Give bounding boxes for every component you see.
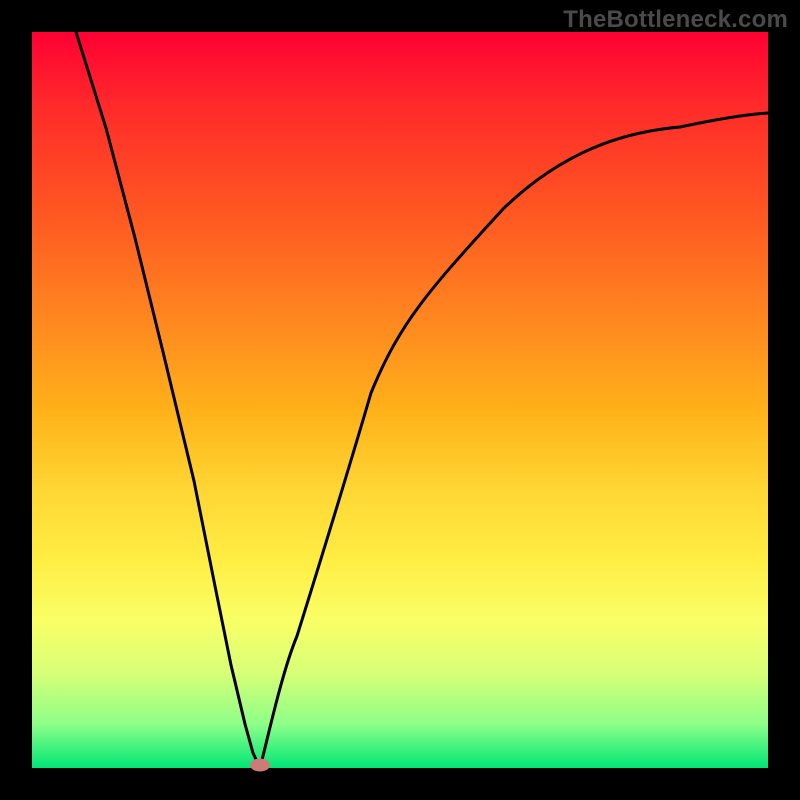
plot-area <box>32 32 768 768</box>
attribution-text: TheBottleneck.com <box>563 6 788 34</box>
chart-frame: TheBottleneck.com <box>0 0 800 800</box>
curve-left <box>76 32 260 768</box>
curve-right <box>260 113 768 768</box>
min-marker <box>250 759 270 772</box>
curve-layer <box>32 32 768 768</box>
